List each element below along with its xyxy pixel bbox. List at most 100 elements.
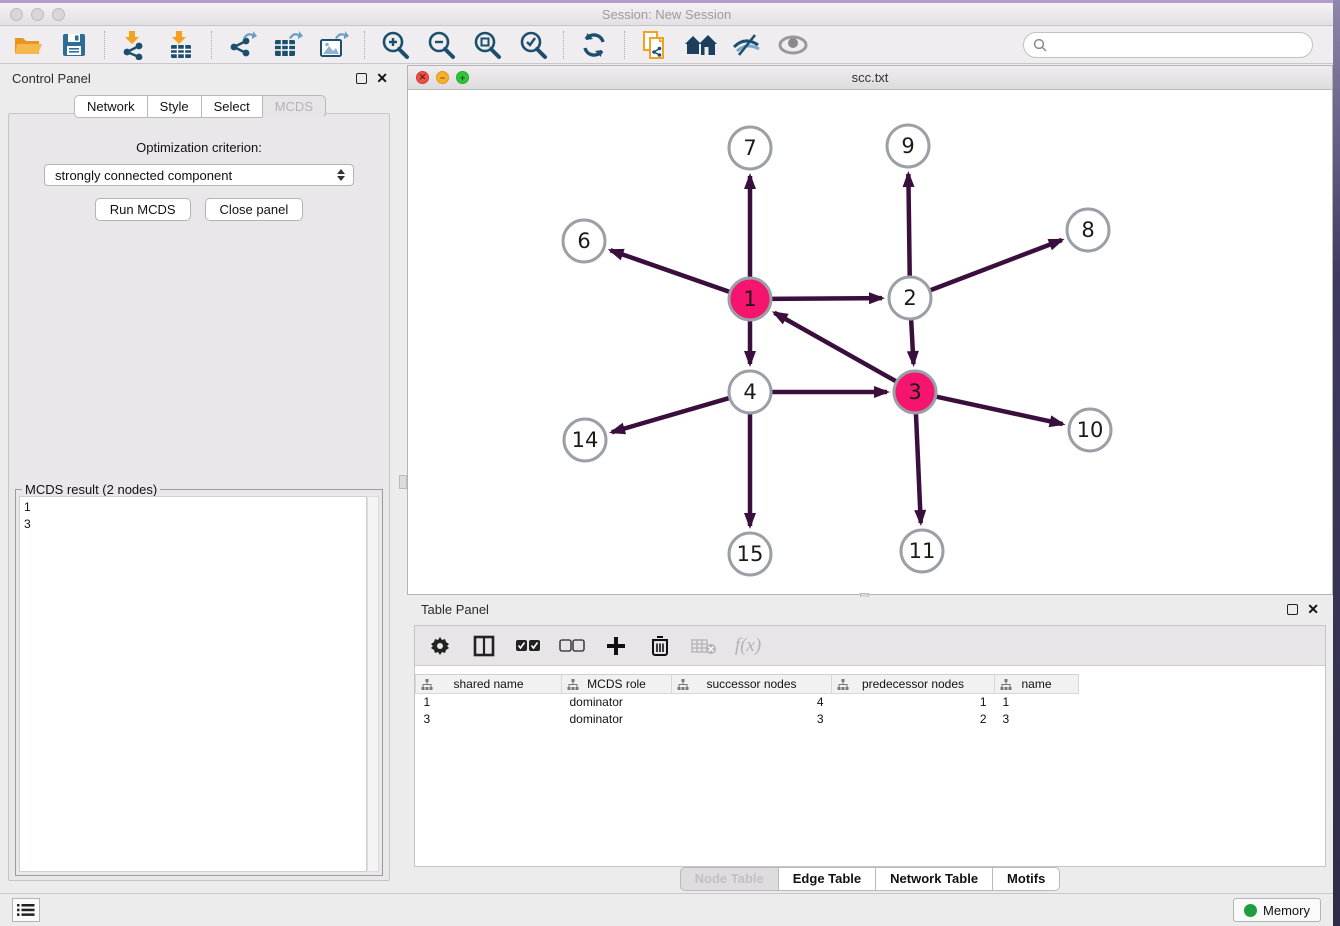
zoom-selected-button[interactable] <box>513 28 553 62</box>
close-table-panel-icon[interactable]: ✕ <box>1307 604 1319 615</box>
optimization-criterion-dropdown[interactable]: strongly connected component <box>44 164 354 186</box>
edge-3-11[interactable] <box>916 411 921 523</box>
create-column-button[interactable] <box>601 632 631 660</box>
home-layout-button[interactable] <box>681 28 721 62</box>
close-panel-icon[interactable]: ✕ <box>376 73 388 84</box>
edge-3-10[interactable] <box>934 396 1063 424</box>
search-input[interactable] <box>1053 38 1303 52</box>
table-cell[interactable]: 2 <box>832 711 995 728</box>
select-all-columns-button[interactable] <box>513 632 543 660</box>
export-network-button[interactable] <box>222 28 262 62</box>
tab-motifs[interactable]: Motifs <box>992 867 1060 891</box>
table-cell[interactable]: 3 <box>672 711 832 728</box>
panel-divider-grip[interactable] <box>399 475 407 489</box>
toolbar-separator <box>624 31 625 59</box>
table-cell[interactable]: 1 <box>416 694 562 711</box>
mcds-result-text[interactable]: 1 3 <box>19 496 367 872</box>
deselect-all-columns-button[interactable] <box>557 632 587 660</box>
edge-2-8[interactable] <box>928 240 1062 291</box>
zoom-selected-icon <box>518 30 548 60</box>
network-minimize-icon[interactable]: − <box>436 71 449 84</box>
edge-1-2[interactable] <box>769 298 882 299</box>
table-cell[interactable]: 4 <box>672 694 832 711</box>
node-label-6: 6 <box>577 229 590 253</box>
trash-icon <box>651 635 669 656</box>
save-session-button[interactable] <box>54 28 94 62</box>
export-image-button[interactable] <box>314 28 354 62</box>
column-header-name[interactable]: name <box>995 675 1079 694</box>
edge-4-14[interactable] <box>612 397 732 432</box>
table-header-row: shared nameMCDS rolesuccessor nodes prede… <box>416 675 1079 694</box>
open-folder-icon <box>13 32 43 58</box>
column-header-shared-name[interactable]: shared name <box>416 675 562 694</box>
import-network-button[interactable] <box>115 28 155 62</box>
minimize-window-icon[interactable] <box>31 8 44 21</box>
open-session-button[interactable] <box>8 28 48 62</box>
column-header-successor-nodes[interactable]: successor nodes <box>672 675 832 694</box>
node-label-1: 1 <box>743 287 756 311</box>
node-label-11: 11 <box>909 539 936 563</box>
zoom-window-icon[interactable] <box>52 8 65 21</box>
column-header-predecessor-nodes[interactable]: predecessor nodes <box>832 675 995 694</box>
search-field[interactable] <box>1023 32 1313 58</box>
tab-mcds[interactable]: MCDS <box>262 95 326 118</box>
tab-select[interactable]: Select <box>201 95 262 118</box>
export-table-button[interactable] <box>268 28 308 62</box>
edge-1-6[interactable] <box>610 250 732 292</box>
hide-selected-button[interactable] <box>727 28 767 62</box>
status-bar: Memory <box>0 893 1333 926</box>
table-cell[interactable]: dominator <box>562 694 672 711</box>
export-network-icon <box>227 30 257 60</box>
function-builder-button[interactable]: f(x) <box>733 632 763 660</box>
tab-network[interactable]: Network <box>74 95 147 118</box>
node-table[interactable]: shared nameMCDS rolesuccessor nodes prede… <box>415 674 1079 728</box>
edge-3-1[interactable] <box>774 313 898 383</box>
network-canvas[interactable]: 7968124314101511 <box>408 90 1332 594</box>
tab-network-table[interactable]: Network Table <box>875 867 992 891</box>
network-maximize-icon[interactable]: + <box>456 71 469 84</box>
table-row[interactable]: 1dominator411 <box>416 694 1079 711</box>
delete-table-button[interactable] <box>689 632 719 660</box>
clone-network-icon <box>641 30 669 60</box>
close-window-icon[interactable] <box>10 8 23 21</box>
task-history-button[interactable] <box>12 898 40 922</box>
edge-2-9[interactable] <box>908 174 909 279</box>
network-window-titlebar[interactable]: ✕ − + scc.txt <box>408 66 1332 90</box>
table-cell[interactable]: 1 <box>832 694 995 711</box>
network-close-icon[interactable]: ✕ <box>416 71 429 84</box>
memory-button[interactable]: Memory <box>1233 898 1321 922</box>
table-settings-button[interactable] <box>425 632 455 660</box>
tab-node-table[interactable]: Node Table <box>680 867 778 891</box>
window-traffic-lights[interactable] <box>10 8 65 21</box>
zoom-in-button[interactable] <box>375 28 415 62</box>
delete-column-button[interactable] <box>645 632 675 660</box>
float-table-panel-icon[interactable] <box>1287 604 1298 615</box>
toggle-column-view-button[interactable] <box>469 632 499 660</box>
search-area <box>1023 32 1313 58</box>
show-all-button[interactable] <box>773 28 813 62</box>
run-mcds-button[interactable]: Run MCDS <box>95 198 191 221</box>
close-panel-button[interactable]: Close panel <box>205 198 304 221</box>
column-header-MCDS-role[interactable]: MCDS role <box>562 675 672 694</box>
tab-edge-table[interactable]: Edge Table <box>778 867 875 891</box>
column-header-label: predecessor nodes <box>836 677 990 691</box>
table-cell[interactable]: 3 <box>416 711 562 728</box>
refresh-button[interactable] <box>574 28 614 62</box>
table-cell[interactable]: 1 <box>995 694 1079 711</box>
column-type-icon <box>837 679 849 690</box>
table-row[interactable]: 3dominator323 <box>416 711 1079 728</box>
zoom-fit-button[interactable] <box>467 28 507 62</box>
mcds-result-title: MCDS result (2 nodes) <box>22 482 160 497</box>
eye-icon <box>777 34 809 56</box>
table-cell[interactable]: 3 <box>995 711 1079 728</box>
network-graph[interactable]: 7968124314101511 <box>408 90 1332 594</box>
float-panel-icon[interactable] <box>356 73 367 84</box>
result-scrollbar[interactable] <box>367 496 379 872</box>
table-cell[interactable]: dominator <box>562 711 672 728</box>
zoom-out-button[interactable] <box>421 28 461 62</box>
dropdown-selected-value: strongly connected component <box>51 168 335 183</box>
import-table-button[interactable] <box>161 28 201 62</box>
clone-network-button[interactable] <box>635 28 675 62</box>
edge-2-3[interactable] <box>911 317 914 364</box>
tab-style[interactable]: Style <box>147 95 201 118</box>
